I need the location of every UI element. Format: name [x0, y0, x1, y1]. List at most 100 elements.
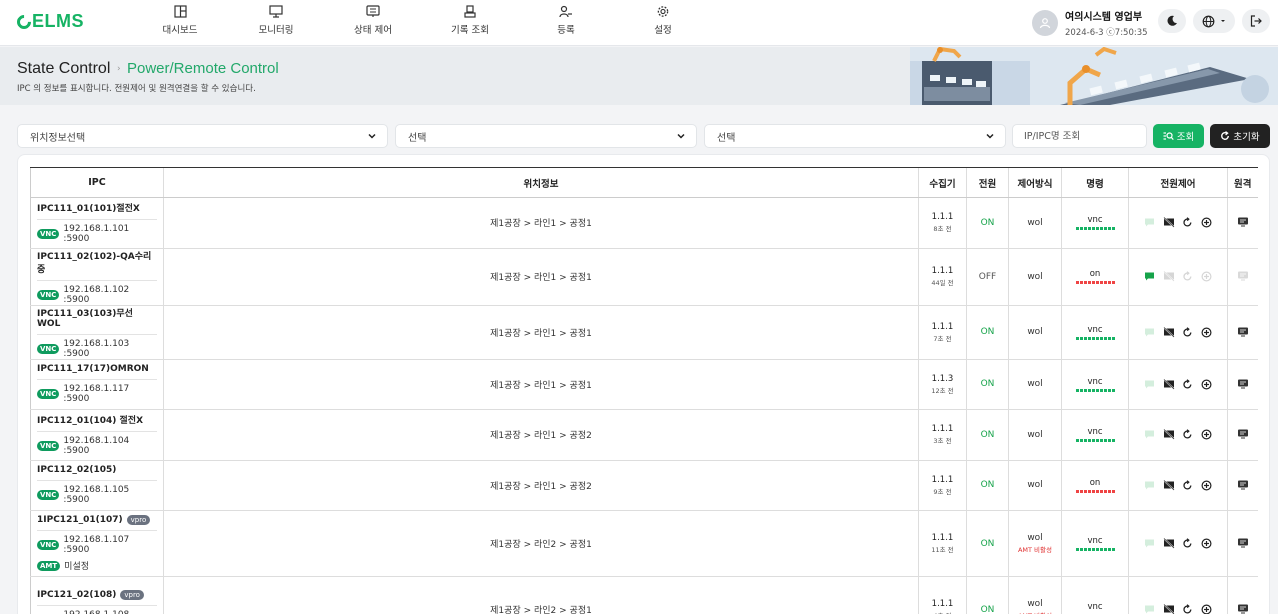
restart-icon[interactable]	[1181, 378, 1194, 391]
dark-mode-button[interactable]	[1158, 9, 1186, 33]
restart-icon[interactable]	[1181, 270, 1194, 283]
col-header-power-control[interactable]: 전원제어	[1128, 167, 1228, 198]
nav-monitoring[interactable]: 모니터링	[246, 5, 306, 36]
remote-desktop-icon[interactable]	[1236, 377, 1249, 390]
ipc-name[interactable]: IPC111_02(102)-QA수리중	[37, 249, 157, 275]
restart-icon[interactable]	[1181, 428, 1194, 441]
table-row[interactable]: IPC112_01(104) 절전X VNC 192.168.1.104 :5900…	[30, 409, 1258, 461]
message-icon[interactable]	[1143, 216, 1156, 229]
col-header-control-method[interactable]: 제어방식	[1008, 167, 1062, 198]
col-header-power[interactable]: 전원	[966, 167, 1009, 198]
col-header-remote[interactable]: 원격	[1227, 167, 1258, 198]
status-bar-segment	[1107, 439, 1111, 443]
status-bar-segment	[1087, 388, 1091, 392]
remote-desktop-icon[interactable]	[1236, 536, 1249, 549]
table-row[interactable]: IPC121_02(108) vpro VNC192.168.1.108 :5900…	[30, 576, 1258, 614]
cell-power: ON	[966, 197, 1009, 249]
monitor-off-icon[interactable]	[1162, 603, 1175, 614]
ipc-name[interactable]: IPC111_01(101)절전X	[37, 201, 140, 214]
monitor-off-icon[interactable]	[1162, 378, 1175, 391]
restart-icon[interactable]	[1181, 537, 1194, 550]
status-bar-segment	[1075, 548, 1079, 551]
restart-icon[interactable]	[1181, 603, 1194, 614]
ipc-name-wrap: IPC112_02(105)	[37, 465, 157, 482]
power-icon[interactable]	[1200, 479, 1213, 492]
message-icon[interactable]	[1143, 479, 1156, 492]
cell-control-method: wol	[1008, 409, 1062, 461]
user-info[interactable]: 여의시스템 영업부 2024-6-3 ⓒ7:50:35	[1032, 8, 1148, 38]
message-icon[interactable]	[1143, 378, 1156, 391]
power-icon[interactable]	[1200, 537, 1213, 550]
table-row[interactable]: IPC111_17(17)OMRON VNC 192.168.1.117 :5900…	[30, 359, 1258, 410]
power-icon[interactable]	[1200, 603, 1213, 614]
table-row[interactable]: IPC111_02(102)-QA수리중 VNC 192.168.1.102 :59…	[30, 248, 1258, 306]
remote-desktop-icon[interactable]	[1236, 602, 1249, 614]
col-header-command[interactable]: 명령	[1061, 167, 1129, 198]
table-row[interactable]: IPC111_03(103)무선 WOL VNC 192.168.1.103 :59…	[30, 305, 1258, 360]
select-filter-2[interactable]: 선택	[395, 124, 697, 148]
ipc-name[interactable]: IPC112_02(105)	[37, 465, 116, 475]
restart-icon[interactable]	[1181, 479, 1194, 492]
monitor-off-icon[interactable]	[1162, 428, 1175, 441]
power-icon[interactable]	[1200, 326, 1213, 339]
restart-icon[interactable]	[1181, 326, 1194, 339]
monitor-off-icon[interactable]	[1162, 216, 1175, 229]
message-icon[interactable]	[1143, 326, 1156, 339]
col-header-collector[interactable]: 수집기	[918, 167, 967, 198]
nav-status-control[interactable]: 상태 제어	[343, 5, 403, 36]
select-filter-3[interactable]: 선택	[704, 124, 1006, 148]
power-icon[interactable]	[1200, 378, 1213, 391]
remote-desktop-icon[interactable]	[1236, 269, 1249, 282]
cell-collector: 1.1.1 7초 전	[918, 305, 967, 360]
message-icon[interactable]	[1143, 537, 1156, 550]
remote-desktop-icon[interactable]	[1236, 427, 1249, 440]
ipc-name[interactable]: IPC111_03(103)무선 WOL	[37, 306, 157, 329]
cell-power-control	[1128, 359, 1228, 410]
cell-command: vnc	[1061, 197, 1129, 249]
nav-settings[interactable]: 설정	[633, 5, 693, 36]
ipc-name[interactable]: IPC112_01(104) 절전X	[37, 413, 143, 426]
message-icon[interactable]	[1143, 270, 1156, 283]
power-icon[interactable]	[1200, 428, 1213, 441]
remote-desktop-icon[interactable]	[1236, 325, 1249, 338]
nav-register[interactable]: 등록	[536, 5, 596, 36]
nav-dashboard[interactable]: 대시보드	[150, 5, 210, 36]
cell-control-method: wol	[1008, 197, 1062, 249]
restart-icon[interactable]	[1181, 216, 1194, 229]
message-icon[interactable]	[1143, 428, 1156, 441]
ipc-name[interactable]: IPC111_17(17)OMRON	[37, 364, 149, 374]
register-icon	[559, 5, 572, 18]
col-header-location[interactable]: 위치정보	[163, 167, 919, 198]
monitor-off-icon[interactable]	[1162, 326, 1175, 339]
table-row[interactable]: 1IPC121_01(107) vpro VNC 192.168.1.107 :590…	[30, 510, 1258, 577]
monitor-off-icon[interactable]	[1162, 537, 1175, 550]
remote-desktop-icon[interactable]	[1236, 215, 1249, 228]
location-select[interactable]: 위치정보선택	[17, 124, 388, 148]
nav-history[interactable]: 기록 조회	[440, 5, 500, 36]
status-bar-segment	[1103, 336, 1107, 340]
status-bar-segment	[1087, 336, 1091, 340]
table-row[interactable]: IPC111_01(101)절전X VNC 192.168.1.101 :5900 제…	[30, 197, 1258, 249]
power-icon[interactable]	[1200, 216, 1213, 229]
monitor-off-icon[interactable]	[1162, 479, 1175, 492]
ipc-table: IPC 위치정보 수집기 전원 제어방식 명령 전원제어 원격 IPC111_0…	[30, 167, 1258, 614]
logout-button[interactable]	[1242, 9, 1270, 33]
ipc-name[interactable]: IPC121_02(108)	[37, 590, 116, 600]
monitor-off-icon[interactable]	[1162, 270, 1175, 283]
ipc-name[interactable]: 1IPC121_01(107)	[37, 515, 123, 525]
ip-search-input[interactable]	[1012, 124, 1147, 148]
status-bar-segment	[1079, 227, 1083, 231]
col-header-ipc[interactable]: IPC	[30, 167, 164, 198]
message-icon[interactable]	[1143, 603, 1156, 614]
elms-logo[interactable]: ELMS	[14, 11, 84, 32]
remote-desktop-icon[interactable]	[1236, 478, 1249, 491]
collector-version: 1.1.1	[931, 533, 954, 543]
search-button[interactable]: 조회	[1153, 124, 1204, 148]
table-row[interactable]: IPC112_02(105) VNC 192.168.1.105 :5900 제1공장…	[30, 460, 1258, 511]
avatar	[1032, 10, 1058, 36]
status-bar-segment	[1087, 227, 1091, 231]
reset-button[interactable]: 초기화	[1210, 124, 1270, 148]
power-icon[interactable]	[1200, 270, 1213, 283]
language-button[interactable]	[1193, 9, 1235, 33]
cell-power-control	[1128, 576, 1228, 614]
